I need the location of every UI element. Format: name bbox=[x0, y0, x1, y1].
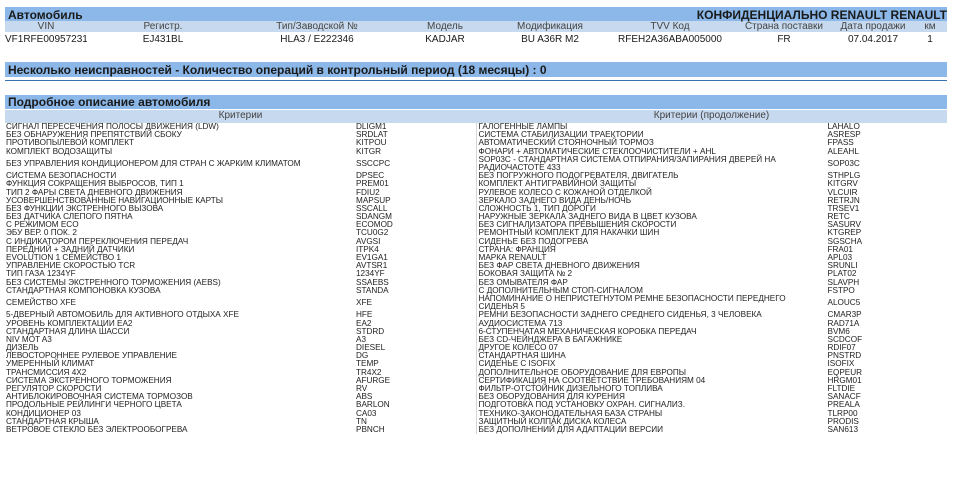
criteria-row: БЕЗ УПРАВЛЕНИЯ КОНДИЦИОНЕРОМ ДЛЯ СТРАН С… bbox=[5, 156, 476, 172]
criteria-description: ВЕТРОВОЕ СТЕКЛО БЕЗ ЭЛЕКТРООБОГРЕВА bbox=[6, 424, 188, 434]
confidential-label: КОНФИДЕНЦИАЛЬНО RENAULT RENAULT bbox=[696, 8, 947, 22]
criteria-code: STANDA bbox=[356, 285, 389, 295]
report: Автомобиль КОНФИДЕНЦИАЛЬНО RENAULT RENAU… bbox=[5, 7, 948, 435]
criteria-code: DIESEL bbox=[356, 343, 386, 353]
vehicle-column-value: BU A36R M2 bbox=[521, 34, 579, 45]
criteria-description: БЕЗ УПРАВЛЕНИЯ КОНДИЦИОНЕРОМ ДЛЯ СТРАН С… bbox=[6, 158, 301, 168]
vehicle-column-header: Модель bbox=[427, 21, 463, 32]
vehicle-column-value: EJ431BL bbox=[142, 34, 184, 45]
criteria-code: STDRD bbox=[356, 326, 385, 336]
criteria-description: СТАНДАРТНАЯ КОМПОНОВКА КУЗОВА bbox=[6, 285, 161, 295]
summary-divider bbox=[5, 80, 947, 81]
criteria-row: КОМПЛЕКТ ВОДОЗАЩИТЫ KITGR bbox=[5, 146, 476, 156]
criteria-code: FSTPO bbox=[827, 285, 855, 295]
criteria-code: ALOUC5 bbox=[827, 298, 861, 308]
criteria-table: СИГНАЛ ПЕРЕСЕЧЕНИЯ ПОЛОСЫ ДВИЖЕНИЯ (LDW)… bbox=[5, 122, 948, 435]
vehicle-column-header: Страна поставки bbox=[744, 21, 824, 32]
vehicle-column-value: RFEH2A36ABA005000 bbox=[618, 34, 722, 45]
vehicle-column-header: VIN bbox=[37, 21, 55, 32]
criteria-row: ВЕТРОВОЕ СТЕКЛО БЕЗ ЭЛЕКТРООБОГРЕВА PBNCH bbox=[5, 424, 476, 434]
criteria-code: KITGR bbox=[356, 146, 382, 156]
vehicle-column-value: HLA3 / E222346 bbox=[280, 34, 354, 45]
vehicle-column-header: Тип/Заводской № bbox=[276, 21, 358, 32]
vehicle-column-header: TVV Код bbox=[650, 21, 690, 32]
malfunctions-summary: Несколько неисправностей - Количество оп… bbox=[5, 62, 947, 77]
criteria-code: AFURGE bbox=[356, 375, 391, 385]
vehicle-column-header: Дата продажи bbox=[840, 21, 906, 32]
vehicle-header-bar: Автомобиль КОНФИДЕНЦИАЛЬНО RENAULT RENAU… bbox=[5, 7, 947, 22]
criteria-column-right: ГАЛОГЕННЫЕ ЛАМПЫ LAHALO СИСТЕМА СТАБИЛИЗАЦ… bbox=[477, 122, 948, 434]
criteria-code: CA03 bbox=[356, 408, 377, 418]
criteria-code: SOP03C bbox=[827, 158, 860, 168]
vehicle-column-header: км bbox=[924, 21, 936, 32]
detail-section-title: Подробное описание автомобиля bbox=[5, 95, 947, 109]
criteria-description: СЕМЕЙСТВО XFE bbox=[6, 298, 76, 308]
vehicle-column-header: Регистр. bbox=[143, 21, 183, 32]
criteria-column-left: СИГНАЛ ПЕРЕСЕЧЕНИЯ ПОЛОСЫ ДВИЖЕНИЯ (LDW)… bbox=[5, 122, 477, 435]
criteria-description: СТАНДАРТНАЯ ДЛИНА ШАССИ bbox=[6, 326, 130, 336]
criteria-code: RV bbox=[356, 384, 368, 394]
vehicle-column-header: Модификация bbox=[517, 21, 583, 32]
vehicle-column-value: 1 bbox=[927, 34, 933, 45]
criteria-code: SSCCPC bbox=[356, 158, 391, 168]
criteria-code: ALEAHL bbox=[827, 146, 859, 156]
criteria-row: NIV MOT A3 A3 bbox=[5, 334, 476, 344]
vehicle-column-value: 07.04.2017 bbox=[847, 34, 899, 45]
criteria-code: HFE bbox=[356, 310, 373, 320]
criteria-row: СТАНДАРТНАЯ КОМПОНОВКА КУЗОВА STANDA bbox=[5, 285, 476, 295]
criteria-row: БЕЗ ДОПОЛНЕНИЙ ДЛЯ АДАПТАЦИИ ВЕРСИИ SAN61… bbox=[477, 424, 948, 434]
criteria-description: SOP03C - СТАНДАРТНАЯ СИСТЕМА ОТПИРАНИЯ/З… bbox=[478, 154, 776, 172]
criteria-description: НАПОМИНАНИЕ О НЕПРИСТЕГНУТОМ РЕМНЕ БЕЗОП… bbox=[478, 293, 786, 312]
vehicle-values: VF1RFE00957231401 EJ431BL HLA3 / E222346 KA… bbox=[5, 34, 947, 46]
criteria-description: КОМПЛЕКТ ВОДОЗАЩИТЫ bbox=[6, 146, 113, 156]
criteria-row: СЕМЕЙСТВО XFE XFE bbox=[5, 295, 476, 311]
criteria-code: PBNCH bbox=[356, 424, 385, 434]
criteria-description: NIV MOT A3 bbox=[6, 334, 52, 344]
criteria-row: СТРАНА: ФРАНЦИЯ FRA01 bbox=[477, 245, 948, 254]
criteria-row: СТАНДАРТНАЯ ДЛИНА ШАССИ STDRD bbox=[5, 326, 476, 336]
criteria-code: SAN613 bbox=[827, 424, 859, 434]
vehicle-column-value: VF1RFE00957231401 bbox=[5, 34, 87, 45]
criteria-code: XFE bbox=[356, 298, 372, 308]
criteria-description: БЕЗ ДОПОЛНЕНИЙ ДЛЯ АДАПТАЦИИ ВЕРСИИ bbox=[478, 424, 664, 434]
criteria-row: НАПОМИНАНИЕ О НЕПРИСТЕГНУТОМ РЕМНЕ БЕЗОП… bbox=[477, 293, 948, 312]
vehicle-columns: VIN Регистр. Тип/Заводской № Модель Модифика… bbox=[5, 21, 947, 32]
vehicle-column-value: KADJAR bbox=[425, 34, 465, 45]
vehicle-column-value: FR bbox=[777, 34, 791, 45]
vehicle-section-title: Автомобиль bbox=[8, 8, 83, 22]
criteria-row: SOP03C - СТАНДАРТНАЯ СИСТЕМА ОТПИРАНИЯ/З… bbox=[477, 154, 948, 172]
